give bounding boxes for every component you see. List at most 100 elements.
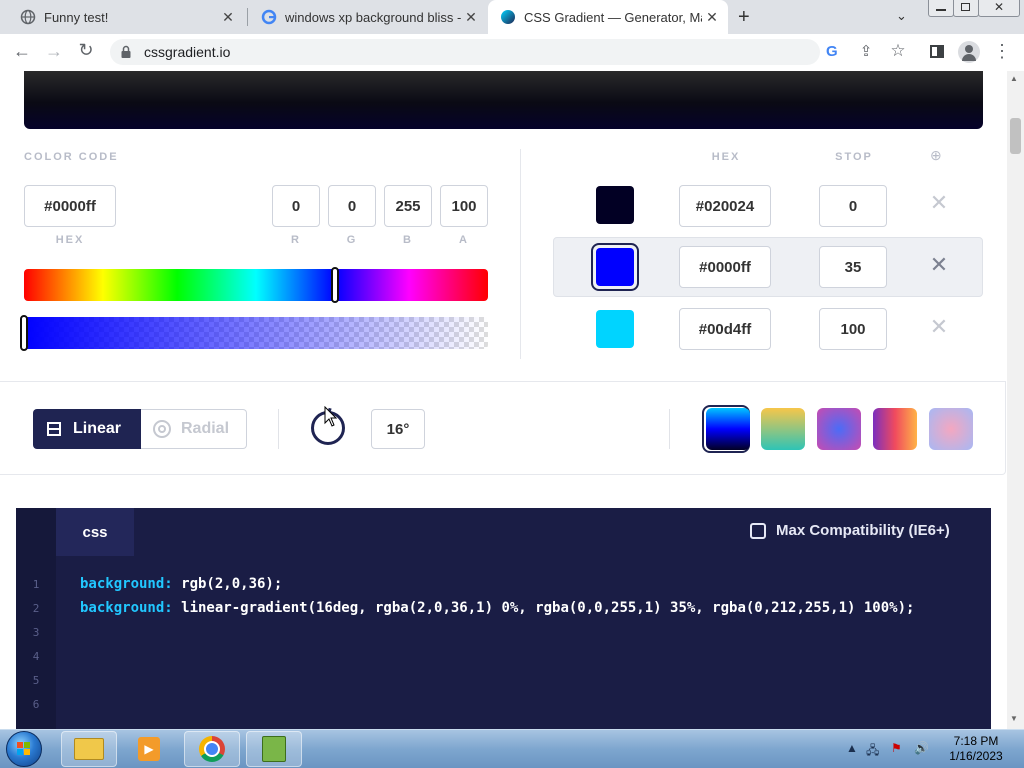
stops-hex-header: HEX bbox=[711, 151, 741, 163]
stop-2-swatch[interactable] bbox=[596, 248, 634, 286]
volume-icon[interactable]: 🔊 bbox=[914, 741, 929, 755]
taskbar-app-button[interactable] bbox=[246, 731, 302, 767]
stop-3-swatch[interactable] bbox=[596, 310, 634, 348]
red-input[interactable]: 0 bbox=[272, 185, 320, 227]
alpha-slider-handle[interactable] bbox=[20, 315, 28, 351]
line-number: 1 bbox=[32, 578, 40, 591]
stop-3-hex-input[interactable]: #00d4ff bbox=[679, 308, 771, 350]
action-center-icon[interactable]: ⚑ bbox=[891, 741, 902, 755]
remove-stop-3-icon[interactable]: ✕ bbox=[927, 314, 951, 340]
clock-time: 7:18 PM bbox=[953, 734, 999, 748]
network-icon[interactable]: 🖧 bbox=[866, 741, 879, 762]
preset-gradient-5[interactable] bbox=[929, 408, 973, 450]
minimize-button[interactable] bbox=[928, 0, 954, 17]
max-compatibility-toggle[interactable]: Max Compatibility (IE6+) bbox=[750, 522, 950, 539]
stop-1-position-input[interactable]: 0 bbox=[819, 185, 887, 227]
taskbar-chrome-button[interactable] bbox=[184, 731, 240, 767]
line-number: 2 bbox=[32, 602, 40, 615]
cssgradient-logo-icon bbox=[500, 9, 516, 25]
angle-input[interactable]: 16° bbox=[371, 409, 425, 449]
blue-input[interactable]: 255 bbox=[384, 185, 432, 227]
green-label: G bbox=[346, 234, 358, 246]
menu-kebab-icon[interactable]: ⋮ bbox=[990, 41, 1014, 62]
taskbar-media-player-button[interactable]: ▶ bbox=[121, 731, 177, 767]
css-tab[interactable]: css bbox=[56, 508, 134, 556]
tab-title: Funny test! bbox=[44, 9, 109, 25]
close-tab-icon[interactable]: ✕ bbox=[702, 9, 722, 26]
section-divider bbox=[520, 149, 521, 359]
tab-title: CSS Gradient — Generator, Make bbox=[524, 9, 702, 25]
scrollbar-thumb[interactable] bbox=[1010, 118, 1021, 154]
radial-label: Radial bbox=[181, 420, 230, 437]
folder-icon bbox=[74, 738, 104, 760]
code-line-2[interactable]: background: linear-gradient(16deg, rgba(… bbox=[80, 600, 914, 616]
tab-funny-test[interactable]: Funny test! ✕ bbox=[8, 0, 244, 34]
hue-slider[interactable] bbox=[24, 269, 488, 301]
radial-mode-button[interactable]: Radial bbox=[141, 409, 247, 449]
color-code-label: COLOR CODE bbox=[24, 151, 119, 163]
linear-mode-button[interactable]: Linear bbox=[33, 409, 141, 449]
page-scrollbar[interactable] bbox=[1007, 71, 1024, 729]
line-number: 6 bbox=[32, 698, 40, 711]
side-panel-icon[interactable] bbox=[930, 45, 944, 58]
tab-separator bbox=[247, 8, 248, 26]
green-input[interactable]: 0 bbox=[328, 185, 376, 227]
code-value: rgb(2,0,36); bbox=[172, 576, 283, 592]
radial-icon bbox=[153, 420, 171, 438]
tab-css-gradient[interactable]: CSS Gradient — Generator, Make ✕ bbox=[488, 0, 728, 34]
hue-slider-handle[interactable] bbox=[330, 267, 339, 303]
line-number: 4 bbox=[32, 650, 40, 663]
preset-gradient-1[interactable] bbox=[706, 408, 750, 450]
show-hidden-icons-icon[interactable]: ▲ bbox=[846, 741, 858, 755]
hex-input[interactable]: #0000ff bbox=[24, 185, 116, 227]
reload-icon[interactable]: ↻ bbox=[74, 40, 98, 61]
blue-label: B bbox=[403, 234, 413, 246]
checkbox-icon[interactable] bbox=[750, 522, 766, 539]
taskbar-explorer-button[interactable] bbox=[61, 731, 117, 767]
scroll-up-arrow-icon[interactable]: ▲ bbox=[1010, 74, 1018, 83]
tab-search-icon[interactable]: ⌄ bbox=[896, 8, 907, 24]
code-property: background: bbox=[80, 600, 173, 616]
code-line-1[interactable]: background: rgb(2,0,36); bbox=[80, 576, 282, 592]
alpha-input[interactable]: 100 bbox=[440, 185, 488, 227]
tab-google-search[interactable]: windows xp background bliss - G ✕ bbox=[249, 0, 487, 34]
stop-2-position-input[interactable]: 35 bbox=[819, 246, 887, 288]
mode-separator bbox=[278, 409, 279, 449]
app-chart-icon bbox=[262, 736, 286, 762]
google-lens-icon[interactable]: G bbox=[826, 43, 838, 60]
code-property: background: bbox=[80, 576, 173, 592]
bookmark-star-icon[interactable]: ☆ bbox=[886, 41, 910, 61]
share-icon[interactable]: ⇪ bbox=[854, 42, 878, 60]
alpha-slider[interactable] bbox=[24, 317, 488, 349]
stop-3-position-input[interactable]: 100 bbox=[819, 308, 887, 350]
profile-avatar-icon[interactable] bbox=[958, 41, 980, 63]
new-tab-button[interactable]: + bbox=[738, 6, 750, 29]
url-text[interactable]: cssgradient.io bbox=[144, 44, 230, 60]
hex-label: HEX bbox=[55, 234, 85, 246]
stop-1-hex-input[interactable]: #020024 bbox=[679, 185, 771, 227]
red-label: R bbox=[291, 234, 301, 246]
taskbar-clock[interactable]: 7:18 PM 1/16/2023 bbox=[938, 734, 1014, 764]
restore-button[interactable] bbox=[953, 0, 979, 17]
forward-arrow-icon[interactable]: → bbox=[42, 41, 66, 62]
remove-stop-1-icon[interactable]: ✕ bbox=[927, 190, 951, 216]
preset-gradient-3[interactable] bbox=[817, 408, 861, 450]
close-tab-icon[interactable]: ✕ bbox=[218, 9, 238, 26]
close-window-button[interactable]: ✕ bbox=[978, 0, 1020, 17]
close-tab-icon[interactable]: ✕ bbox=[461, 9, 481, 26]
stop-1-swatch[interactable] bbox=[596, 186, 634, 224]
remove-stop-2-icon[interactable]: ✕ bbox=[927, 252, 951, 278]
preset-gradient-4[interactable] bbox=[873, 408, 917, 450]
minimize-icon bbox=[936, 9, 946, 11]
add-stop-icon[interactable]: ⊕ bbox=[930, 147, 942, 164]
preset-gradient-2[interactable] bbox=[761, 408, 805, 450]
line-number: 3 bbox=[32, 626, 40, 639]
scroll-down-arrow-icon[interactable]: ▼ bbox=[1010, 714, 1018, 723]
presets-separator bbox=[669, 409, 670, 449]
start-button[interactable] bbox=[6, 731, 42, 767]
chrome-icon bbox=[199, 736, 225, 762]
stop-2-hex-input[interactable]: #0000ff bbox=[679, 246, 771, 288]
max-compatibility-label: Max Compatibility (IE6+) bbox=[776, 522, 950, 539]
lock-icon[interactable] bbox=[120, 45, 132, 64]
back-arrow-icon[interactable]: ← bbox=[10, 41, 34, 62]
